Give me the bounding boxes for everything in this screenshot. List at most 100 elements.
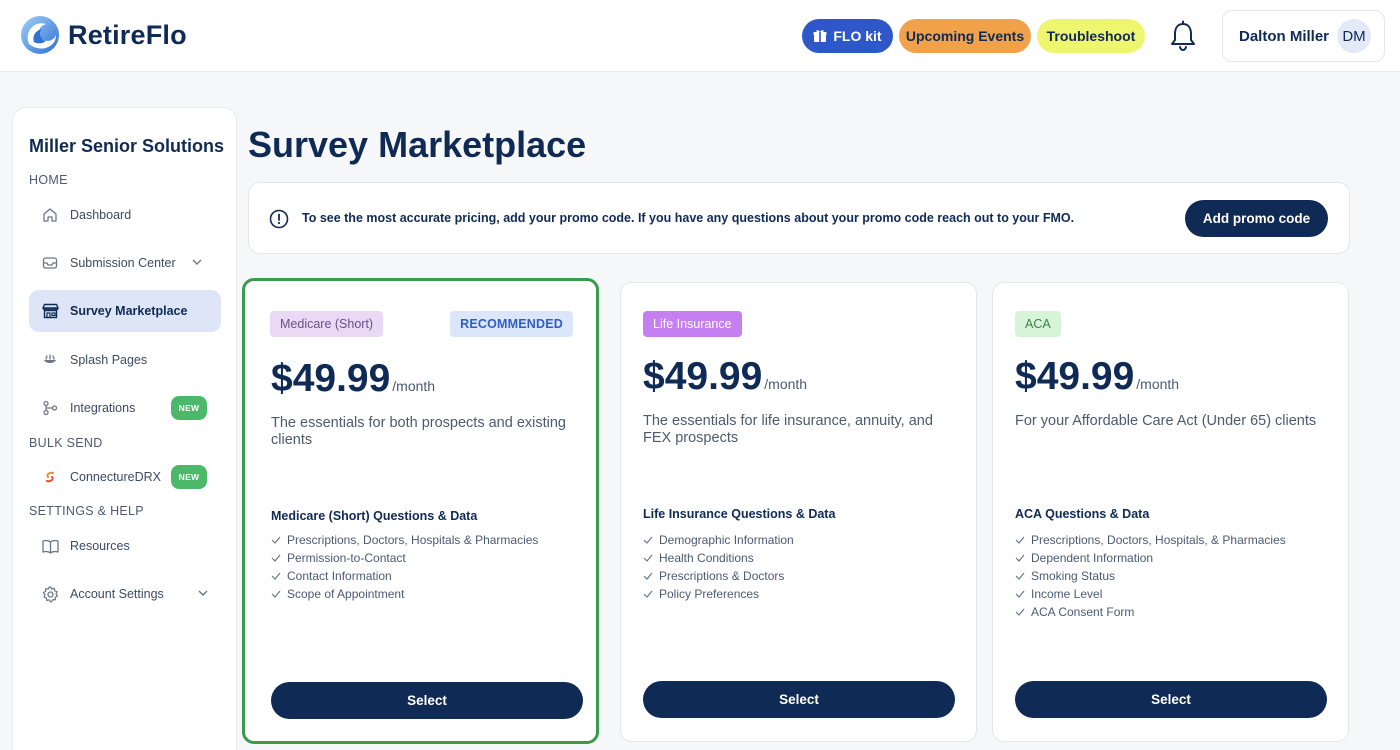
sidebar-item-label: Survey Marketplace [70,304,188,318]
sidebar-item-account-settings[interactable]: Account Settings [29,573,221,615]
check-icon [271,536,281,544]
price-period: /month [392,378,436,394]
list-item: Prescriptions & Doctors [643,567,794,585]
app-name: RetireFlo [68,19,187,50]
plan-tag: Life Insurance [643,311,742,337]
plan-tag: Medicare (Short) [270,311,384,337]
plan-tag: ACA [1015,311,1061,337]
list-item: Permission-to-Contact [271,549,538,567]
sidebar-item-label: Integrations [70,401,136,415]
select-button[interactable]: Select [643,681,955,718]
list-item: Health Conditions [643,549,794,567]
gift-icon [813,30,827,42]
select-button[interactable]: Select [271,682,583,719]
app-logo[interactable]: RetireFlo [20,14,187,56]
info-icon [269,209,289,229]
home-icon [41,206,59,224]
avatar: DM [1337,19,1372,53]
new-badge: NEW [171,396,207,420]
splash-icon [41,351,59,369]
user-name: Dalton Miller [1239,27,1330,45]
connecture-icon [41,468,59,486]
new-badge: NEW [171,465,207,489]
sidebar-item-resources[interactable]: Resources [29,525,221,567]
list-item: Demographic Information [643,531,794,549]
check-icon [271,572,281,580]
price-amount: $49.99 [643,355,763,398]
features-title: Life Insurance Questions & Data [643,507,836,521]
list-item: Policy Preferences [643,585,794,603]
price-period: /month [1136,376,1180,392]
user-menu[interactable]: Dalton Miller DM [1222,10,1385,62]
features-list: Prescriptions, Doctors, Hospitals, & Pha… [1015,531,1286,621]
store-icon [41,302,59,320]
features-title: Medicare (Short) Questions & Data [271,509,478,523]
troubleshoot-label: Troubleshoot [1046,28,1136,44]
sidebar-item-label: Splash Pages [70,353,148,367]
plan-description: For your Affordable Care Act (Under 65) … [1015,413,1317,429]
list-item: Smoking Status [1015,567,1286,585]
plan-description: The essentials for both prospects and ex… [271,415,566,448]
check-icon [1015,590,1025,598]
flo-kit-label: FLO kit [833,28,882,44]
list-item: Scope of Appointment [271,585,538,603]
sidebar-item-label: Account Settings [70,587,164,601]
page-title: Survey Marketplace [248,124,587,165]
plan-description: The essentials for life insurance, annui… [643,413,933,446]
top-bar: RetireFlo FLO kit Upcoming Events Troubl… [0,0,1400,72]
plan-price: $49.99 /month [643,355,807,399]
section-settings-help: SETTINGS & HELP [29,504,144,518]
price-amount: $49.99 [271,357,391,400]
chevron-down-icon [198,590,208,596]
price-period: /month [764,376,808,392]
wave-logo-icon [21,16,59,54]
plan-card-life-insurance: Life Insurance $49.99 /month The essenti… [620,282,977,742]
plan-card-aca: ACA $49.99 /month For your Affordable Ca… [992,282,1349,742]
check-icon [271,554,281,562]
sidebar-item-dashboard[interactable]: Dashboard [29,194,221,236]
check-icon [643,572,653,580]
promo-text: To see the most accurate pricing, add yo… [302,211,1075,225]
plan-card-medicare-short: Medicare (Short) RECOMMENDED $49.99 /mon… [242,278,599,744]
add-promo-code-button[interactable]: Add promo code [1185,200,1328,237]
list-item: Income Level [1015,585,1286,603]
inbox-icon [41,254,59,272]
sidebar: Miller Senior Solutions HOME Dashboard S… [12,107,237,750]
list-item: Prescriptions, Doctors, Hospitals & Phar… [271,531,538,549]
plan-price: $49.99 /month [271,357,435,401]
sidebar-item-label: Submission Center [70,256,176,270]
chevron-down-icon [192,259,202,265]
bell-icon[interactable] [1168,20,1198,52]
sidebar-item-label: Resources [70,539,130,553]
plan-price: $49.99 /month [1015,355,1179,399]
org-name: Miller Senior Solutions [29,136,225,156]
sidebar-item-integrations[interactable]: Integrations NEW [29,387,221,429]
sidebar-item-survey-marketplace[interactable]: Survey Marketplace [29,290,221,332]
book-icon [41,537,59,555]
upcoming-events-label: Upcoming Events [905,28,1025,44]
troubleshoot-button[interactable]: Troubleshoot [1037,19,1145,53]
upcoming-events-button[interactable]: Upcoming Events [899,19,1031,53]
sidebar-item-connecturedrx[interactable]: ConnectureDRX NEW [29,456,221,498]
sidebar-item-submission-center[interactable]: Submission Center [29,242,221,284]
list-item: Contact Information [271,567,538,585]
check-icon [643,536,653,544]
check-icon [1015,572,1025,580]
features-list: Prescriptions, Doctors, Hospitals & Phar… [271,531,538,603]
promo-banner: To see the most accurate pricing, add yo… [248,182,1350,254]
features-title: ACA Questions & Data [1015,507,1150,521]
section-bulk-send: BULK SEND [29,436,103,450]
select-button[interactable]: Select [1015,681,1327,718]
check-icon [1015,536,1025,544]
flo-kit-button[interactable]: FLO kit [802,19,893,53]
list-item: Prescriptions, Doctors, Hospitals, & Pha… [1015,531,1286,549]
recommended-badge: RECOMMENDED [450,311,573,337]
sidebar-item-label: ConnectureDRX [70,470,162,484]
sidebar-item-splash-pages[interactable]: Splash Pages [29,339,221,381]
list-item: ACA Consent Form [1015,603,1286,621]
features-list: Demographic Information Health Condition… [643,531,794,603]
gear-icon [41,585,59,603]
sidebar-item-label: Dashboard [70,208,132,222]
list-item: Dependent Information [1015,549,1286,567]
check-icon [1015,608,1025,616]
